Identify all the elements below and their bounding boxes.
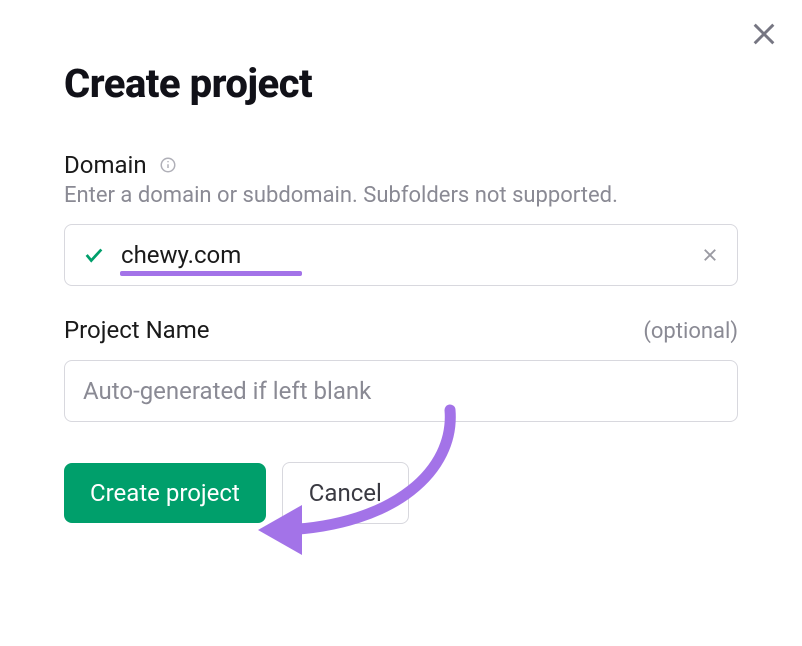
accent-underline [120,271,302,276]
domain-field: Domain Enter a domain or subdomain. Subf… [64,151,738,286]
cancel-button[interactable]: Cancel [282,462,409,524]
close-icon[interactable] [750,20,778,52]
info-icon[interactable] [159,156,177,174]
project-name-input[interactable] [83,377,719,405]
project-name-label: Project Name [64,316,210,344]
create-project-button[interactable]: Create project [64,463,266,523]
check-icon [83,244,105,266]
domain-helper-text: Enter a domain or subdomain. Subfolders … [64,183,738,208]
project-name-input-wrap [64,360,738,422]
domain-input[interactable] [121,241,701,269]
domain-label: Domain [64,151,147,179]
create-project-modal: Create project Domain Enter a domain or … [0,0,802,564]
domain-input-wrap [64,224,738,286]
clear-input-icon[interactable] [701,246,719,264]
project-name-field: Project Name (optional) [64,316,738,422]
button-row: Create project Cancel [64,462,738,524]
modal-title: Create project [64,60,738,107]
optional-label: (optional) [643,319,738,344]
